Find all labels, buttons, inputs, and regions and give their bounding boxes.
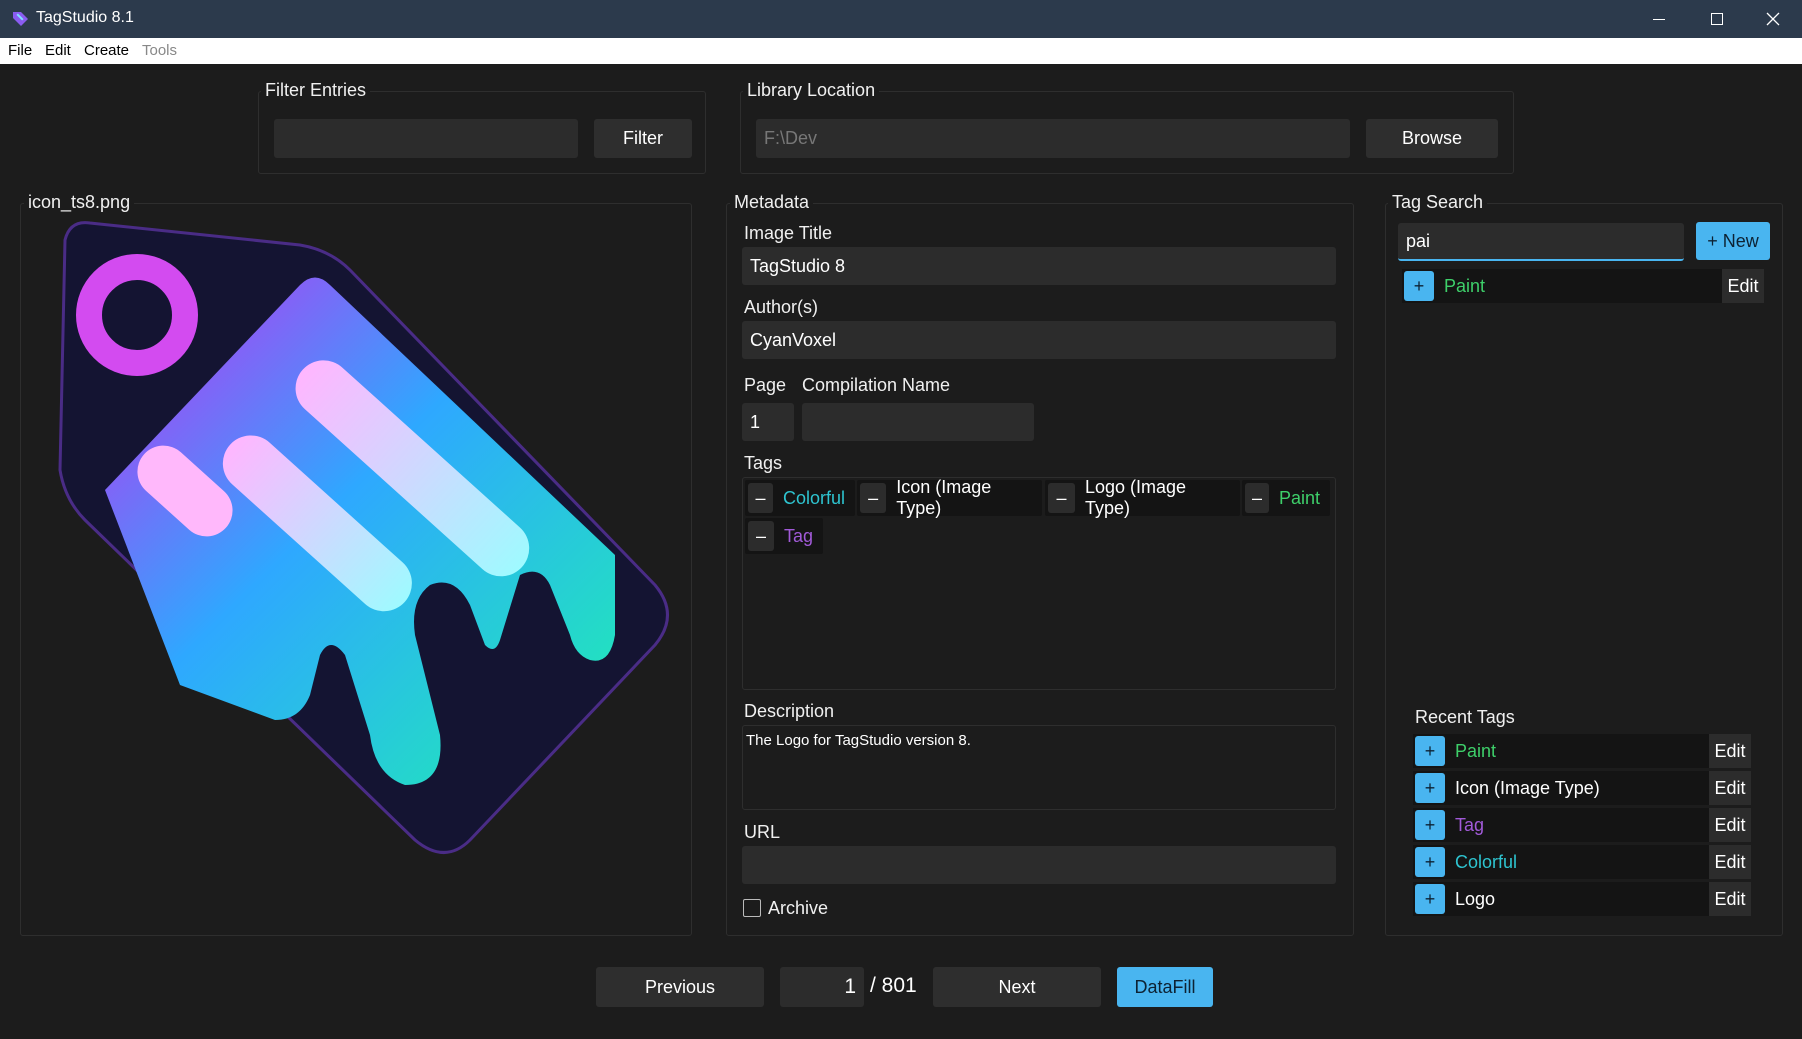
- page-number-field[interactable]: 1: [780, 967, 864, 1007]
- archive-label: Archive: [768, 898, 829, 918]
- menu-file[interactable]: File: [8, 42, 32, 59]
- tag-search-input[interactable]: pai: [1398, 223, 1684, 261]
- tag-chip-paint: – Paint: [1242, 480, 1330, 516]
- tag-chip-logo-image-type: – Logo (Image Type): [1045, 477, 1240, 518]
- description-label: Description: [744, 701, 835, 721]
- menu-bar: File Edit Create Tools: [0, 38, 1802, 64]
- add-tag-button[interactable]: +: [1415, 810, 1445, 840]
- authors-field[interactable]: CyanVoxel: [742, 321, 1336, 359]
- maximize-button[interactable]: [1688, 0, 1746, 38]
- tag-chip-label: Paint: [1278, 487, 1320, 508]
- filter-input[interactable]: [274, 119, 578, 158]
- metadata-title: Metadata: [730, 192, 814, 213]
- recent-tag-label: Colorful: [1455, 851, 1518, 872]
- compilation-name-label: Compilation Name: [802, 375, 951, 395]
- recent-tag-label: Tag: [1455, 814, 1485, 835]
- add-tag-button[interactable]: +: [1415, 884, 1445, 914]
- url-label: URL: [744, 822, 781, 842]
- tag-chip-icon-image-type: – Icon (Image Type): [857, 477, 1042, 518]
- authors-label: Author(s): [744, 297, 819, 317]
- next-button[interactable]: Next: [933, 967, 1101, 1007]
- datafill-button[interactable]: DataFill: [1117, 967, 1213, 1007]
- tag-chip-label: Colorful: [782, 487, 845, 508]
- recent-tag-label: Paint: [1455, 740, 1497, 761]
- library-location-title: Library Location: [743, 80, 880, 101]
- close-icon: [1766, 12, 1780, 26]
- close-button[interactable]: [1744, 0, 1802, 38]
- remove-tag-button[interactable]: –: [1245, 483, 1269, 513]
- menu-tools[interactable]: Tools: [142, 42, 177, 59]
- tag-result-label: Paint: [1444, 275, 1486, 296]
- remove-tag-button[interactable]: –: [1048, 483, 1075, 513]
- menu-create[interactable]: Create: [84, 42, 129, 59]
- edit-tag-button[interactable]: Edit: [1709, 771, 1751, 805]
- tag-chip-tag: – Tag: [745, 518, 823, 554]
- recent-tag-colorful: + Colorful Edit: [1413, 845, 1751, 879]
- edit-tag-button[interactable]: Edit: [1722, 269, 1764, 303]
- previous-button[interactable]: Previous: [596, 967, 764, 1007]
- description-field[interactable]: The Logo for TagStudio version 8.: [742, 725, 1336, 810]
- browse-button[interactable]: Browse: [1366, 119, 1498, 158]
- page-field[interactable]: 1: [742, 403, 794, 441]
- archive-checkbox[interactable]: [743, 899, 761, 917]
- tag-chip-label: Tag: [783, 525, 813, 546]
- url-field[interactable]: [742, 846, 1336, 884]
- edit-tag-button[interactable]: Edit: [1709, 734, 1751, 768]
- remove-tag-button[interactable]: –: [748, 521, 774, 551]
- filter-entries-title: Filter Entries: [261, 80, 371, 101]
- add-tag-button[interactable]: +: [1404, 271, 1434, 301]
- remove-tag-button[interactable]: –: [860, 483, 887, 513]
- compilation-name-field[interactable]: [802, 403, 1034, 441]
- tag-search-title: Tag Search: [1388, 192, 1488, 213]
- library-path-field[interactable]: F:\Dev: [756, 119, 1350, 158]
- app-logo-icon: [13, 12, 28, 26]
- total-pages-label: / 801: [870, 974, 917, 997]
- new-tag-button[interactable]: + New: [1696, 222, 1770, 260]
- menu-edit[interactable]: Edit: [45, 42, 71, 59]
- maximize-icon: [1711, 13, 1723, 25]
- tag-search-result-paint: + Paint Edit: [1402, 269, 1764, 303]
- recent-tags-title: Recent Tags: [1415, 707, 1515, 727]
- edit-tag-button[interactable]: Edit: [1709, 808, 1751, 842]
- tag-chip-label: Logo (Image Type): [1084, 477, 1187, 518]
- edit-tag-button[interactable]: Edit: [1709, 882, 1751, 916]
- tags-label: Tags: [744, 453, 783, 473]
- image-title-label: Image Title: [744, 223, 833, 243]
- page-label: Page: [744, 375, 787, 395]
- tag-chip-label: Icon (Image Type): [896, 477, 992, 518]
- window-title: TagStudio 8.1: [36, 9, 134, 26]
- tag-chip-colorful: – Colorful: [745, 480, 855, 516]
- filter-button[interactable]: Filter: [594, 119, 692, 158]
- recent-tag-paint: + Paint Edit: [1413, 734, 1751, 768]
- preview-filename: icon_ts8.png: [24, 192, 135, 213]
- title-bar: [0, 0, 1802, 38]
- recent-tag-logo: + Logo Edit: [1413, 882, 1751, 916]
- recent-tag-icon-image-type: + Icon (Image Type) Edit: [1413, 771, 1751, 805]
- recent-tag-tag: + Tag Edit: [1413, 808, 1751, 842]
- add-tag-button[interactable]: +: [1415, 736, 1445, 766]
- minimize-button[interactable]: [1630, 0, 1688, 38]
- recent-tag-label: Icon (Image Type): [1455, 777, 1600, 798]
- add-tag-button[interactable]: +: [1415, 847, 1445, 877]
- minimize-icon: [1653, 18, 1665, 20]
- recent-tag-label: Logo: [1455, 888, 1496, 909]
- edit-tag-button[interactable]: Edit: [1709, 845, 1751, 879]
- image-title-field[interactable]: TagStudio 8: [742, 247, 1336, 285]
- remove-tag-button[interactable]: –: [748, 483, 773, 513]
- add-tag-button[interactable]: +: [1415, 773, 1445, 803]
- preview-image: [58, 221, 669, 854]
